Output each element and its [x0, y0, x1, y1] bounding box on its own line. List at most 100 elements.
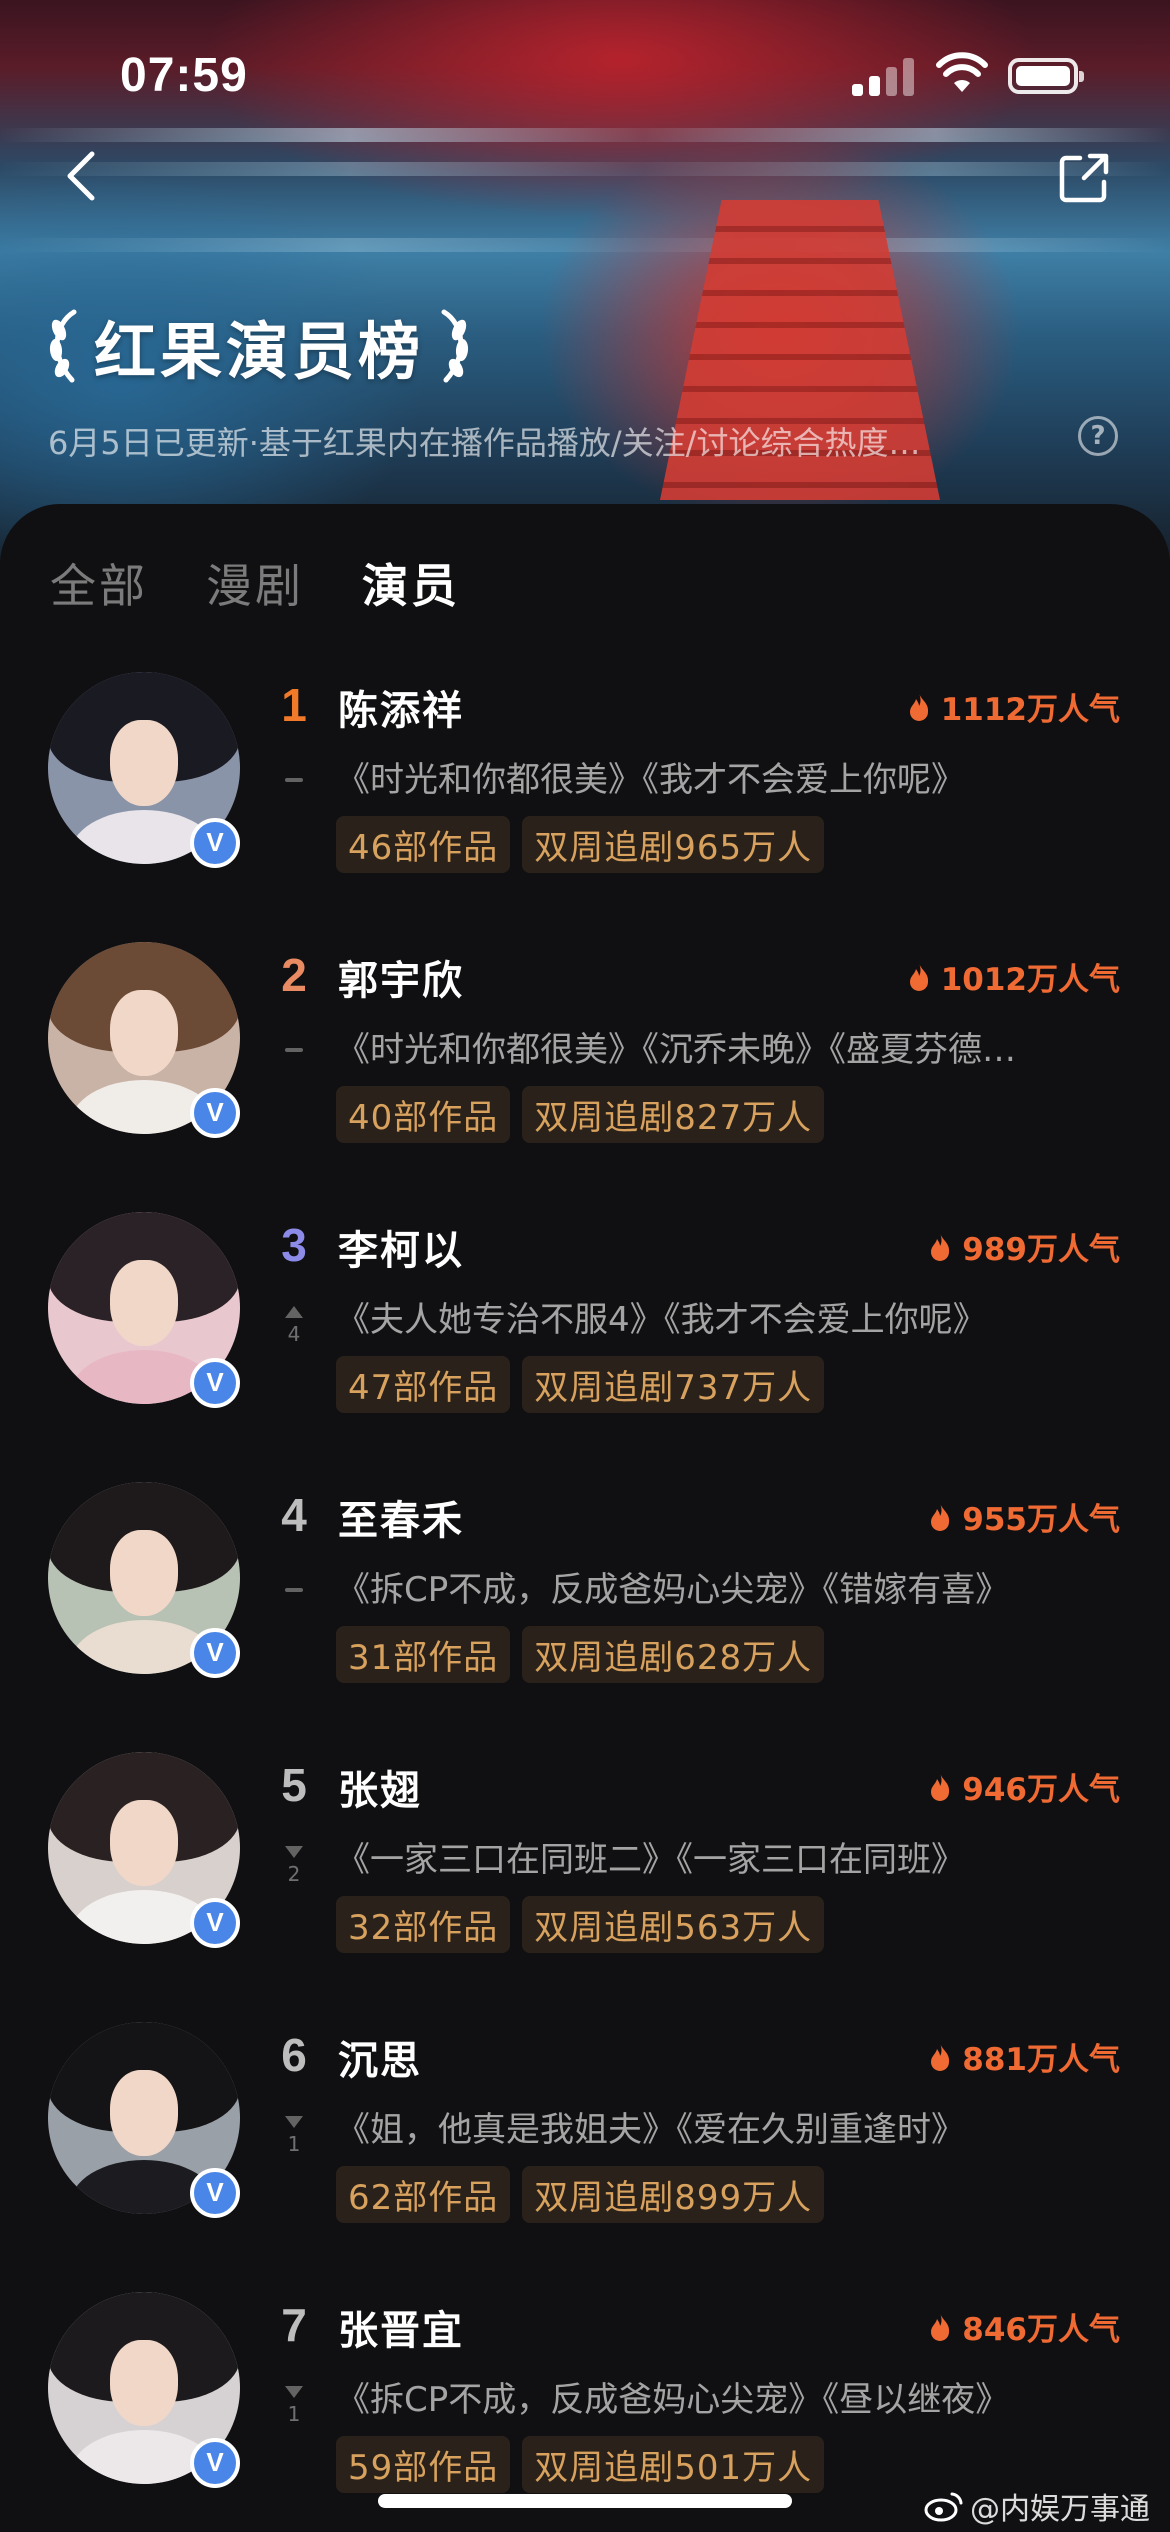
rank-number: 5: [281, 1759, 307, 1811]
popularity-value: 846万人气: [962, 2312, 1120, 2348]
actor-name[interactable]: 陈添祥: [338, 678, 464, 736]
help-icon[interactable]: ?: [1078, 416, 1118, 456]
watermark-text: @内娱万事通: [970, 2492, 1150, 2527]
works-list: 《夫人她专治不服4》《我才不会爱上你呢》: [336, 1300, 987, 1340]
tab-actors[interactable]: 演员: [362, 550, 460, 616]
rank-trend-flat-icon: [280, 1030, 308, 1052]
popularity-value: 1012万人气: [940, 962, 1120, 998]
rank-trend-down-icon: 1: [280, 2380, 308, 2426]
tab-comic-drama[interactable]: 漫剧: [206, 550, 304, 616]
viewers-tag: 双周追剧501万人: [522, 2436, 825, 2493]
watermark: @内娱万事通: [924, 2484, 1150, 2528]
verified-badge-icon: V: [190, 2438, 240, 2488]
list-item[interactable]: V 4 至春禾 955万人气 《拆CP不成，反成爸妈心尖宠》《错嫁有喜》 31部…: [0, 1478, 1170, 1748]
back-arrow-icon[interactable]: [58, 148, 108, 204]
stats-tags: 62部作品 双周追剧899万人: [336, 2166, 825, 2223]
popularity-value: 955万人气: [962, 1502, 1120, 1538]
tab-all[interactable]: 全部: [50, 550, 148, 616]
fire-icon: [931, 1502, 950, 1531]
rank-change: 1: [287, 2132, 301, 2156]
actor-name[interactable]: 郭宇欣: [338, 948, 464, 1006]
cellular-signal-icon: [852, 56, 916, 96]
rank-trend-down-icon: 2: [280, 1840, 308, 1886]
verified-badge-icon: V: [190, 818, 240, 868]
rank-trend-up-icon: 4: [280, 1300, 308, 1346]
verified-badge-icon: V: [190, 1898, 240, 1948]
popularity-value: 989万人气: [962, 1232, 1120, 1268]
rank-trend-down-icon: 1: [280, 2110, 308, 2156]
actor-name[interactable]: 李柯以: [338, 1218, 464, 1276]
stats-tags: 46部作品 双周追剧965万人: [336, 816, 825, 873]
viewers-tag: 双周追剧628万人: [522, 1626, 825, 1683]
rank-trend-flat-icon: [280, 1570, 308, 1592]
rank-change: 1: [287, 2402, 301, 2426]
list-item[interactable]: V 5 2 张翅 946万人气 《一家三口在同班二》《一家三口在同班》 32部作…: [0, 1748, 1170, 2018]
works-count-tag: 32部作品: [336, 1896, 511, 1953]
works-count-tag: 40部作品: [336, 1086, 511, 1143]
list-item[interactable]: V 3 4 李柯以 989万人气 《夫人她专治不服4》《我才不会爱上你呢》 47…: [0, 1208, 1170, 1478]
actor-name[interactable]: 张晋宜: [338, 2298, 464, 2356]
verified-badge-icon: V: [190, 1358, 240, 1408]
actor-name[interactable]: 沉思: [338, 2028, 422, 2086]
works-list: 《姐，他真是我姐夫》《爱在久别重逢时》: [336, 2110, 965, 2150]
fire-icon: [909, 962, 928, 991]
page-title: 红果演员榜: [94, 315, 425, 388]
stats-tags: 47部作品 双周追剧737万人: [336, 1356, 825, 1413]
popularity: 1112万人气: [907, 684, 1120, 729]
popularity: 846万人气: [928, 2304, 1120, 2349]
works-list: 《时光和你都很美》《我才不会爱上你呢》: [336, 760, 965, 800]
viewers-tag: 双周追剧563万人: [522, 1896, 825, 1953]
battery-icon: [1008, 58, 1084, 94]
popularity: 1012万人气: [907, 954, 1120, 999]
works-count-tag: 62部作品: [336, 2166, 511, 2223]
fire-icon: [931, 2312, 950, 2341]
verified-badge-icon: V: [190, 1628, 240, 1678]
fire-icon: [931, 1232, 950, 1261]
works-count-tag: 59部作品: [336, 2436, 511, 2493]
stats-tags: 31部作品 双周追剧628万人: [336, 1626, 825, 1683]
list-item[interactable]: V 6 1 沉思 881万人气 《姐，他真是我姐夫》《爱在久别重逢时》 62部作…: [0, 2018, 1170, 2288]
weibo-logo-icon: [924, 2492, 963, 2522]
page-title-block: 红果演员榜: [44, 298, 474, 394]
wifi-icon: [936, 52, 988, 92]
popularity-value: 946万人气: [962, 1772, 1120, 1808]
fire-icon: [931, 1772, 950, 1801]
home-indicator[interactable]: [378, 2494, 792, 2508]
viewers-tag: 双周追剧965万人: [522, 816, 825, 873]
popularity: 955万人气: [928, 1494, 1120, 1539]
rank-number: 4: [281, 1489, 307, 1541]
rank-number: 2: [281, 949, 307, 1001]
rank-change: 2: [287, 1862, 301, 1886]
verified-badge-icon: V: [190, 1088, 240, 1138]
works-list: 《时光和你都很美》《沉乔未晚》《盛夏芬德…: [336, 1030, 1016, 1070]
ranking-subtitle: 6月5日已更新·基于红果内在播作品播放/关注/讨论综合热度…: [48, 424, 921, 462]
works-count-tag: 31部作品: [336, 1626, 511, 1683]
popularity-value: 1112万人气: [940, 692, 1120, 728]
works-list: 《拆CP不成，反成爸妈心尖宠》《错嫁有喜》: [336, 1570, 1010, 1610]
list-item[interactable]: V 2 郭宇欣 1012万人气 《时光和你都很美》《沉乔未晚》《盛夏芬德… 40…: [0, 938, 1170, 1208]
verified-badge-icon: V: [190, 2168, 240, 2218]
popularity: 881万人气: [928, 2034, 1120, 2079]
category-tabs: 全部 漫剧 演员: [50, 550, 460, 616]
actor-name[interactable]: 至春禾: [338, 1488, 464, 1546]
rank-change: 4: [287, 1322, 301, 1346]
rank-number: 6: [281, 2029, 307, 2081]
actor-name[interactable]: 张翅: [338, 1758, 422, 1816]
viewers-tag: 双周追剧737万人: [522, 1356, 825, 1413]
stats-tags: 40部作品 双周追剧827万人: [336, 1086, 825, 1143]
popularity: 989万人气: [928, 1224, 1120, 1269]
list-item[interactable]: V 1 陈添祥 1112万人气 《时光和你都很美》《我才不会爱上你呢》 46部作…: [0, 668, 1170, 938]
share-icon[interactable]: [1056, 150, 1112, 206]
works-count-tag: 46部作品: [336, 816, 511, 873]
stats-tags: 59部作品 双周追剧501万人: [336, 2436, 825, 2493]
works-list: 《一家三口在同班二》《一家三口在同班》: [336, 1840, 965, 1880]
laurel-right-icon: [441, 309, 469, 383]
stats-tags: 32部作品 双周追剧563万人: [336, 1896, 825, 1953]
works-list: 《拆CP不成，反成爸妈心尖宠》《昼以继夜》: [336, 2380, 1010, 2420]
rank-number: 7: [281, 2299, 307, 2351]
status-bar: 07:59: [0, 0, 1170, 150]
viewers-tag: 双周追剧899万人: [522, 2166, 825, 2223]
rank-number: 1: [281, 679, 307, 731]
works-count-tag: 47部作品: [336, 1356, 511, 1413]
rank-number: 3: [281, 1219, 307, 1271]
